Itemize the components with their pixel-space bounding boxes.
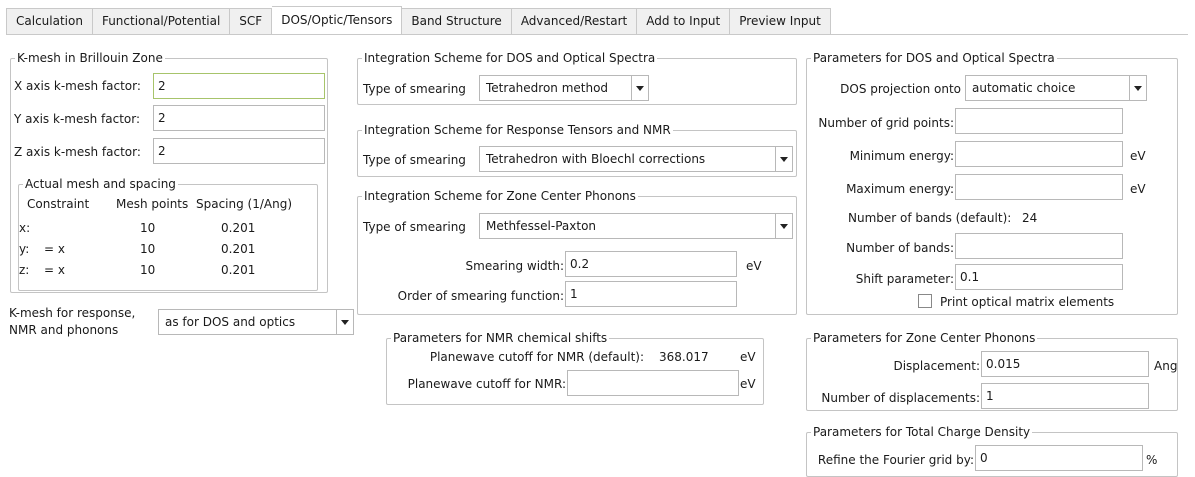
grid-points-input[interactable] xyxy=(955,108,1123,134)
row-x-spacing: 0.201 xyxy=(221,221,256,235)
header-spacing: Spacing (1/Ang) xyxy=(196,197,293,211)
bands-default-label: Number of bands (default): xyxy=(848,211,1012,225)
nmr-cutoff-unit: eV xyxy=(740,377,756,391)
dos-smearing-value: Tetrahedron method xyxy=(486,81,609,95)
nmr-default-value: 368.017 xyxy=(659,350,709,364)
bands-default-value: 24 xyxy=(1022,211,1038,225)
tab-panel: K-mesh in Brillouin Zone X axis k-mesh f… xyxy=(6,34,1188,477)
resp-scheme-title: Integration Scheme for Response Tensors … xyxy=(364,123,671,137)
displacement-input[interactable] xyxy=(981,351,1149,377)
max-energy-unit: eV xyxy=(1130,182,1146,196)
resp-smearing-select[interactable]: Tetrahedron with Bloechl corrections xyxy=(479,146,793,172)
nmr-cutoff-label: Planewave cutoff for NMR: xyxy=(407,377,566,391)
header-constraint: Constraint xyxy=(27,197,90,211)
dos-projection-value: automatic choice xyxy=(972,81,1076,95)
y-kmesh-input[interactable] xyxy=(153,105,325,131)
bands-label: Number of bands: xyxy=(846,241,954,255)
min-energy-input[interactable] xyxy=(955,141,1123,167)
response-kmesh-label-2: NMR and phonons xyxy=(9,323,119,337)
row-y-constraint: = x xyxy=(44,242,65,256)
row-z-constraint: = x xyxy=(44,263,65,277)
chevron-down-icon xyxy=(1129,76,1146,100)
bands-input[interactable] xyxy=(955,233,1123,259)
resp-smearing-value: Tetrahedron with Bloechl corrections xyxy=(486,152,706,166)
tab-bar: Calculation Functional/Potential SCF DOS… xyxy=(6,6,831,35)
chevron-down-icon xyxy=(775,214,792,238)
row-z-axis: z: xyxy=(19,263,30,277)
displacement-unit: Ang xyxy=(1154,359,1178,373)
dos-scheme-title: Integration Scheme for DOS and Optical S… xyxy=(364,51,656,65)
z-kmesh-label: Z axis k-mesh factor: xyxy=(14,145,141,159)
chevron-down-icon xyxy=(336,310,353,334)
dos-smearing-select[interactable]: Tetrahedron method xyxy=(479,75,649,101)
smearing-order-input[interactable] xyxy=(565,281,737,307)
refine-grid-unit: % xyxy=(1146,453,1158,467)
phonon-smearing-select[interactable]: Methfessel-Paxton xyxy=(479,213,793,239)
grid-points-label: Number of grid points: xyxy=(818,116,954,130)
resp-smearing-label: Type of smearing xyxy=(363,153,466,167)
tab-functional-potential[interactable]: Functional/Potential xyxy=(92,8,231,35)
dos-params-title: Parameters for DOS and Optical Spectra xyxy=(813,51,1055,65)
zc-phonons-title: Parameters for Zone Center Phonons xyxy=(813,331,1036,345)
num-displacements-label: Number of displacements: xyxy=(821,391,980,405)
kmesh-group-title: K-mesh in Brillouin Zone xyxy=(17,51,163,65)
z-kmesh-input[interactable] xyxy=(153,138,325,164)
tab-add-to-input[interactable]: Add to Input xyxy=(637,8,731,35)
row-x-axis: x: xyxy=(19,221,31,235)
smearing-width-label: Smearing width: xyxy=(465,259,564,273)
nmr-cutoff-input[interactable] xyxy=(567,370,739,396)
tab-scf[interactable]: SCF xyxy=(230,8,273,35)
tab-band-structure[interactable]: Band Structure xyxy=(402,8,512,35)
x-kmesh-label: X axis k-mesh factor: xyxy=(14,79,141,93)
row-y-spacing: 0.201 xyxy=(221,242,256,256)
tab-preview-input[interactable]: Preview Input xyxy=(730,8,831,35)
refine-grid-label: Refine the Fourier grid by: xyxy=(817,453,974,467)
phonon-scheme-title: Integration Scheme for Zone Center Phono… xyxy=(364,189,636,203)
refine-grid-input[interactable] xyxy=(975,445,1143,471)
phonon-smearing-value: Methfessel-Paxton xyxy=(486,219,597,233)
header-mesh-points: Mesh points xyxy=(116,197,189,211)
shift-parameter-input[interactable] xyxy=(955,264,1123,290)
tab-advanced-restart[interactable]: Advanced/Restart xyxy=(511,8,638,35)
response-kmesh-select[interactable]: as for DOS and optics xyxy=(158,309,354,335)
nmr-group-title: Parameters for NMR chemical shifts xyxy=(393,331,608,345)
smearing-order-label: Order of smearing function: xyxy=(397,289,564,303)
num-displacements-input[interactable] xyxy=(981,383,1149,409)
row-x-points: 10 xyxy=(140,221,156,235)
response-kmesh-value: as for DOS and optics xyxy=(165,315,296,329)
print-optical-checkbox[interactable] xyxy=(918,294,932,308)
print-optical-label: Print optical matrix elements xyxy=(940,295,1115,309)
smearing-width-input[interactable] xyxy=(565,251,737,277)
tab-calculation[interactable]: Calculation xyxy=(6,8,93,35)
nmr-default-label: Planewave cutoff for NMR (default): xyxy=(429,350,644,364)
max-energy-label: Maximum energy: xyxy=(846,182,954,196)
nmr-default-unit: eV xyxy=(740,350,756,364)
min-energy-label: Minimum energy: xyxy=(849,149,954,163)
row-y-points: 10 xyxy=(140,242,156,256)
x-kmesh-input[interactable] xyxy=(153,73,325,99)
dos-projection-select[interactable]: automatic choice xyxy=(965,75,1147,101)
chevron-down-icon xyxy=(631,76,648,100)
dos-projection-label: DOS projection onto xyxy=(840,82,961,96)
y-kmesh-label: Y axis k-mesh factor: xyxy=(14,112,141,126)
row-y-axis: y: xyxy=(19,242,30,256)
shift-parameter-label: Shift parameter: xyxy=(855,272,954,286)
min-energy-unit: eV xyxy=(1130,149,1146,163)
response-kmesh-label-1: K-mesh for response, xyxy=(9,306,136,320)
smearing-width-unit: eV xyxy=(746,259,762,273)
displacement-label: Displacement: xyxy=(893,359,980,373)
row-z-points: 10 xyxy=(140,263,156,277)
max-energy-input[interactable] xyxy=(955,174,1123,200)
actual-mesh-title: Actual mesh and spacing xyxy=(25,177,176,191)
charge-density-title: Parameters for Total Charge Density xyxy=(813,425,1031,439)
phonon-smearing-label: Type of smearing xyxy=(363,220,466,234)
tab-dos-optic-tensors[interactable]: DOS/Optic/Tensors xyxy=(272,6,403,35)
row-z-spacing: 0.201 xyxy=(221,263,256,277)
chevron-down-icon xyxy=(775,147,792,171)
dos-smearing-label: Type of smearing xyxy=(363,82,466,96)
